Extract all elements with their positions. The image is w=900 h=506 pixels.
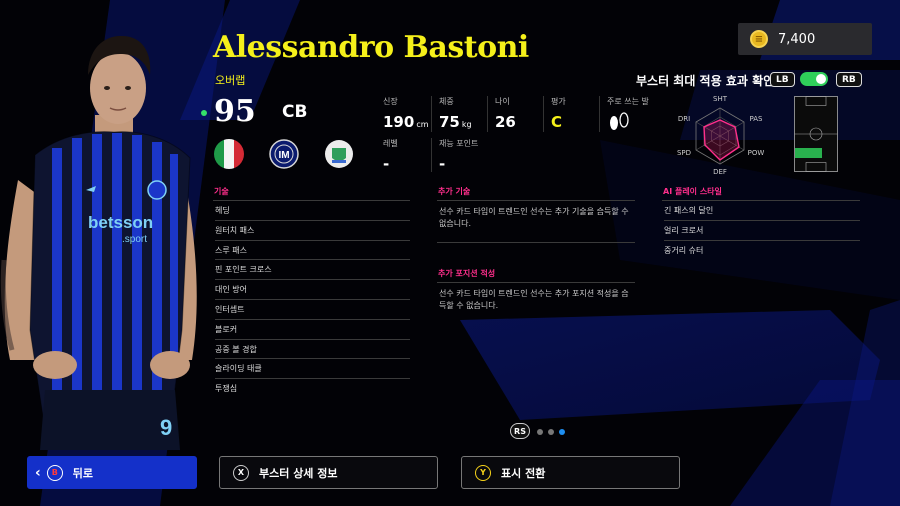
divider bbox=[431, 96, 432, 132]
list-item: 공중 볼 경합 bbox=[215, 340, 410, 360]
y-button-icon: Y bbox=[475, 464, 491, 481]
italy-flag-icon bbox=[214, 139, 244, 169]
list-item: 얼리 크로서 bbox=[664, 221, 860, 241]
list-item: 핀 포인트 크로스 bbox=[215, 260, 410, 281]
b-button-icon: B bbox=[46, 464, 63, 481]
chevron-left-icon: ‹ bbox=[35, 464, 41, 481]
ai-styles-title: AI 플레이 스타일 bbox=[663, 187, 722, 196]
extra-positions-desc: 선수 카드 타입이 트렌드인 선수는 추가 포지션 적성을 습득할 수 없습니다… bbox=[439, 289, 629, 310]
svg-text:9: 9 bbox=[160, 415, 172, 440]
stat-grade-value: C bbox=[551, 113, 563, 131]
coin-balance: ≡ 7,400 bbox=[738, 23, 872, 55]
list-item: 대인 방어 bbox=[215, 280, 410, 300]
stat-height-value: 190 bbox=[383, 113, 415, 131]
stat-talent-value: - bbox=[439, 155, 446, 173]
position-pitch-map bbox=[794, 96, 838, 172]
extra-skills-title: 추가 기술 bbox=[438, 187, 471, 196]
skills-list: 헤딩 원터치 패스 스루 패스 핀 포인트 크로스 대인 방어 인터셉트 블로커… bbox=[215, 201, 410, 399]
overall-rating: 95 bbox=[214, 94, 256, 129]
list-item: 헤딩 bbox=[215, 201, 410, 221]
player-detail-screen: betsson .sport 9 Alessandro Bastoni 오버랩 … bbox=[0, 0, 900, 506]
stat-talent-label: 재능 포인트 bbox=[439, 139, 479, 148]
booster-detail-label: 부스터 상세 정보 bbox=[259, 466, 338, 480]
stat-weight: 체중 75 kg bbox=[439, 96, 472, 131]
list-item: 블로커 bbox=[215, 320, 410, 340]
divider bbox=[437, 242, 635, 243]
list-item: 중거리 슈터 bbox=[664, 245, 704, 255]
ai-styles-list: 긴 패스의 달인 얼리 크로서 중거리 슈터 bbox=[664, 201, 860, 260]
coin-icon: ≡ bbox=[750, 30, 768, 48]
rb-button[interactable]: RB bbox=[836, 72, 862, 87]
stat-level: 레벨 - bbox=[383, 138, 398, 173]
stat-age-label: 나이 bbox=[495, 97, 510, 106]
radar-label-pow: POW bbox=[748, 149, 765, 157]
player-name: Alessandro Bastoni bbox=[213, 30, 529, 65]
player-portrait: betsson .sport 9 bbox=[0, 35, 197, 450]
booster-max-label: 부스터 최대 적용 효과 확인 bbox=[636, 74, 775, 88]
divider bbox=[599, 96, 600, 132]
toggle-view-button[interactable]: Y 표시 전환 bbox=[461, 456, 680, 489]
card-type-label: 오버랩 bbox=[215, 74, 246, 87]
stat-foot: 주로 쓰는 발 bbox=[607, 96, 649, 135]
stat-weight-unit: kg bbox=[461, 120, 472, 129]
radar-label-dri: DRI bbox=[678, 115, 690, 123]
radar-label-pas: PAS bbox=[749, 115, 763, 123]
stat-grade-label: 평가 bbox=[551, 97, 566, 106]
page-dot-active bbox=[559, 429, 565, 435]
back-button[interactable]: ‹ B 뒤로 bbox=[27, 456, 197, 489]
coin-amount: 7,400 bbox=[778, 31, 816, 47]
divider bbox=[437, 200, 635, 201]
club-crest-icon: IM bbox=[269, 139, 299, 169]
list-item: 스루 패스 bbox=[215, 241, 410, 261]
extra-skills-desc: 선수 카드 타입이 트렌드인 선수는 추가 기술을 습득할 수 없습니다. bbox=[439, 207, 629, 228]
list-item: 슬라이딩 태클 bbox=[215, 359, 410, 380]
stat-weight-value: 75 bbox=[439, 113, 460, 131]
stat-height-unit: cm bbox=[416, 120, 429, 129]
stat-age-value: 26 bbox=[495, 113, 516, 131]
svg-text:.sport: .sport bbox=[122, 234, 147, 245]
booster-toggle[interactable] bbox=[800, 72, 828, 86]
radar-label-spd: SPD bbox=[677, 149, 691, 157]
divider bbox=[543, 96, 544, 132]
page-dot bbox=[537, 429, 543, 435]
stat-grade: 평가 C bbox=[551, 96, 566, 131]
divider bbox=[431, 138, 432, 172]
position-label: CB bbox=[282, 102, 308, 122]
toggle-view-label: 표시 전환 bbox=[501, 466, 546, 480]
booster-detail-button[interactable]: X 부스터 상세 정보 bbox=[219, 456, 438, 489]
stat-talent: 재능 포인트 - bbox=[439, 138, 478, 173]
stat-foot-label: 주로 쓰는 발 bbox=[607, 97, 649, 106]
radar-label-sht: SHT bbox=[713, 95, 728, 103]
divider bbox=[437, 282, 635, 283]
stat-height: 신장 190 cm bbox=[383, 96, 429, 131]
stat-age: 나이 26 bbox=[495, 96, 516, 131]
stat-weight-label: 체중 bbox=[439, 97, 454, 106]
list-item: 원터치 패스 bbox=[215, 221, 410, 241]
svg-text:IM: IM bbox=[278, 150, 289, 161]
extra-positions-title: 추가 포지션 적성 bbox=[438, 269, 496, 278]
list-item: 긴 패스의 달인 bbox=[664, 201, 860, 221]
stat-level-label: 레벨 bbox=[383, 139, 398, 148]
svg-text:betsson: betsson bbox=[88, 213, 153, 232]
stat-level-value: - bbox=[383, 155, 390, 173]
radar-label-def: DEF bbox=[713, 168, 727, 176]
list-item: 인터셉트 bbox=[215, 300, 410, 320]
back-label: 뒤로 bbox=[72, 466, 94, 480]
stat-height-label: 신장 bbox=[383, 97, 398, 106]
divider bbox=[487, 96, 488, 132]
ability-radar-chart: SHT PAS POW DEF SPD DRI bbox=[677, 95, 765, 176]
x-button-icon: X bbox=[233, 464, 249, 481]
lb-button[interactable]: LB bbox=[770, 72, 795, 87]
condition-dot bbox=[201, 110, 207, 116]
page-dot bbox=[548, 429, 554, 435]
list-item: 투쟁심 bbox=[215, 384, 238, 394]
footprints-icon bbox=[610, 112, 629, 130]
rs-page-button[interactable]: RS bbox=[510, 423, 530, 439]
league-badge-icon bbox=[325, 140, 353, 168]
skills-title: 기술 bbox=[214, 187, 229, 196]
